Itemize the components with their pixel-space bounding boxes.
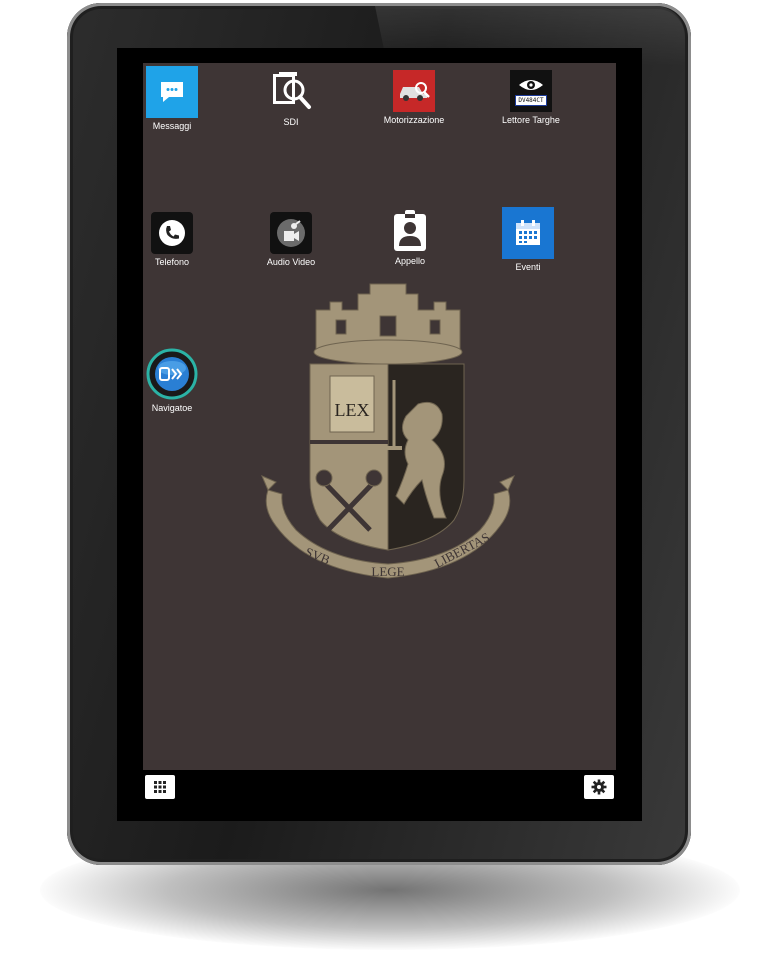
motto-word-2: LEGE — [371, 564, 404, 579]
app-label: Appello — [394, 256, 426, 266]
app-label: Lettore Targhe — [502, 115, 560, 125]
navigation-icon — [146, 348, 198, 400]
settings-gear-icon — [591, 779, 607, 795]
app-label: Telefono — [154, 257, 190, 267]
app-label: SDI — [283, 117, 299, 127]
app-messaggi[interactable]: Messaggi — [122, 66, 222, 131]
app-label: Audio Video — [266, 257, 316, 267]
app-navigatoe[interactable]: Navigatoe — [122, 348, 222, 413]
app-label: Eventi — [515, 262, 541, 272]
motto-word-3: LIBERTAS — [432, 529, 492, 571]
app-label: Messaggi — [152, 121, 192, 131]
media-icon — [270, 212, 312, 254]
app-motorizzazione[interactable]: Motorizzazione — [364, 70, 464, 125]
police-coat-of-arms: LEX SVB LEGE LIBERTAS — [258, 280, 518, 607]
eye-plate-icon: DV484CT — [510, 70, 552, 112]
license-plate: DV484CT — [515, 94, 547, 106]
app-appello[interactable]: Appello — [360, 209, 460, 266]
app-lettore-targhe[interactable]: DV484CT Lettore Targhe — [481, 70, 581, 125]
app-label: Motorizzazione — [383, 115, 445, 125]
emblem-book-text: LEX — [335, 400, 370, 420]
app-grid-icon — [153, 780, 167, 794]
app-label: Navigatoe — [151, 403, 193, 413]
app-audio-video[interactable]: Audio Video — [241, 212, 341, 267]
calendar-icon — [502, 207, 554, 259]
app-eventi[interactable]: Eventi — [478, 207, 578, 272]
document-search-icon — [269, 70, 313, 114]
app-telefono[interactable]: Telefono — [122, 212, 222, 267]
car-search-icon — [393, 70, 435, 112]
chat-icon — [146, 66, 198, 118]
phone-icon — [151, 212, 193, 254]
settings-button[interactable] — [584, 775, 614, 799]
app-sdi[interactable]: SDI — [241, 70, 341, 127]
app-drawer-button[interactable] — [145, 775, 175, 799]
badge-person-icon — [388, 209, 432, 253]
